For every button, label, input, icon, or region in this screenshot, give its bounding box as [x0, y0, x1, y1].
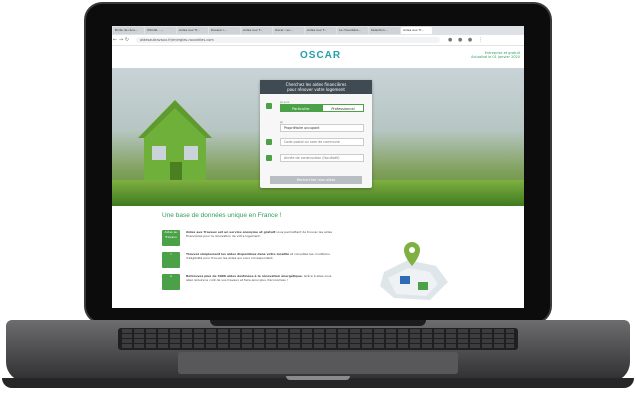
- brand-badge-icon: Aides au Travaux: [162, 230, 180, 246]
- browser-tab[interactable]: Aides aux Tr...: [177, 27, 208, 34]
- particulier-option[interactable]: Particulier: [280, 104, 322, 112]
- house-icon: ⌂: [162, 274, 180, 290]
- browser-tab-bar: Boite de réce... OSCAR - ... Aides aux T…: [112, 26, 524, 35]
- browser-tab[interactable]: Oscar: rec...: [273, 27, 304, 34]
- form-row-user: Je suis Particulier Professionnel: [266, 100, 364, 112]
- form-row-year: Année de construction (facultatif): [266, 154, 364, 162]
- features-section: Une base de données unique en France ! A…: [112, 206, 524, 308]
- feature-item: ⌂ Retrouvez plus de 3000 aides destinées…: [162, 274, 332, 290]
- key-row: [122, 334, 514, 338]
- header-info-line2: Actualisé le 01 janvier 2020: [471, 55, 520, 59]
- reload-icon[interactable]: ↻: [124, 37, 130, 43]
- hero-banner: Cherchez les aides financières pour réno…: [112, 68, 524, 206]
- status-select[interactable]: Propriétaire occupant: [280, 124, 364, 132]
- form-title-line2: pour rénover votre logement: [287, 87, 345, 92]
- feature-item: ⌖ Trouvez simplement les aides disponibl…: [162, 252, 332, 268]
- key-row: [122, 339, 514, 343]
- location-pin-icon: [266, 139, 272, 145]
- form-row-postal: Code postal ou nom de commune: [266, 138, 364, 146]
- search-form: Cherchez les aides financières pour réno…: [260, 80, 372, 188]
- laptop-notch: [286, 376, 350, 380]
- browser-tab-active[interactable]: Aides aux Tr...: [401, 27, 432, 34]
- browser-tab[interactable]: Aides aux T...: [241, 27, 272, 34]
- grass-house-icon: [138, 100, 212, 186]
- laptop-hinge: [210, 320, 426, 326]
- browser-tab[interactable]: Dossier i...: [209, 27, 240, 34]
- feature-text: Retrouvez plus de 3000 aides destinées à…: [186, 274, 332, 290]
- location-pin-icon: ⌖: [162, 252, 180, 268]
- user-icon: [266, 103, 272, 109]
- construction-year-input[interactable]: Année de construction (facultatif): [280, 154, 364, 162]
- browser-tab[interactable]: La chaudière...: [337, 27, 368, 34]
- form-row-status: Je Propriétaire occupant: [266, 120, 364, 132]
- trackpad: [178, 352, 458, 374]
- site-logo[interactable]: OSCAR: [300, 50, 341, 61]
- keyboard: [118, 328, 518, 350]
- browser-tab[interactable]: OSCAR - ...: [145, 27, 176, 34]
- feature-text: Trouvez simplement les aides disponibles…: [186, 252, 332, 268]
- feature-item: Aides au Travaux Aides aux Travaux est u…: [162, 230, 332, 246]
- key-row: [122, 344, 514, 348]
- extensions-icon[interactable]: ● ● ● ⋮: [448, 37, 485, 43]
- site-header: OSCAR Entreprise et gratuit Actualisé le…: [112, 46, 524, 68]
- browser-tab[interactable]: Aides aux T...: [305, 27, 336, 34]
- key-row: [122, 329, 514, 333]
- form-header: Cherchez les aides financières pour réno…: [260, 80, 372, 94]
- building-icon: [266, 155, 272, 161]
- search-button[interactable]: Rechercher mes aides: [270, 176, 362, 184]
- professionnel-option[interactable]: Professionnel: [322, 104, 364, 112]
- browser-toolbar: ← → ↻ aidesautravaux.fr/energies-nouvell…: [112, 35, 524, 46]
- laptop-screen: Boite de réce... OSCAR - ... Aides aux T…: [112, 26, 524, 308]
- browser-tab[interactable]: Boite de réce...: [113, 27, 144, 34]
- header-info: Entreprise et gratuit Actualisé le 01 ja…: [471, 51, 520, 59]
- france-map-illustration: [380, 242, 448, 300]
- feature-text: Aides aux Travaux est un service anonyme…: [186, 230, 332, 246]
- address-bar[interactable]: aidesautravaux.fr/energies-nouvelles.com: [136, 37, 440, 43]
- postal-code-input[interactable]: Code postal ou nom de commune: [280, 138, 364, 146]
- browser-tab[interactable]: Sélection...: [369, 27, 400, 34]
- section-title: Une base de données unique en France !: [162, 212, 282, 219]
- status-spacer: [266, 123, 272, 129]
